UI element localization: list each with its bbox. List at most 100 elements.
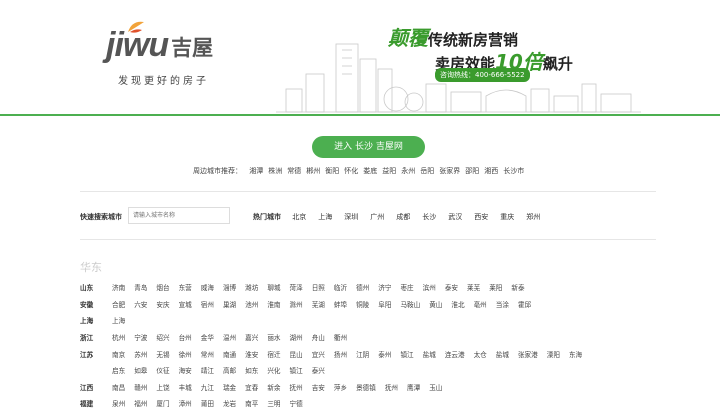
hot-city-link[interactable]: 成都 [396,213,410,221]
city-link[interactable]: 青岛 [134,282,147,292]
city-link[interactable]: 南昌 [112,382,125,392]
hot-city-link[interactable]: 郑州 [526,213,540,221]
city-link[interactable]: 聊城 [267,282,280,292]
city-link[interactable]: 昆山 [290,349,303,359]
city-link[interactable]: 张家港 [518,349,538,359]
city-link[interactable]: 宜春 [245,382,258,392]
city-link[interactable]: 潍坊 [245,282,258,292]
city-link[interactable]: 济南 [112,282,125,292]
hot-city-link[interactable]: 北京 [292,213,306,221]
city-link[interactable]: 霍邱 [518,299,531,309]
city-link[interactable]: 靖江 [201,365,214,375]
city-link[interactable]: 无锡 [156,349,169,359]
nearby-city-link[interactable]: 邵阳 [465,167,479,175]
city-link[interactable]: 日照 [312,282,325,292]
city-search-input[interactable] [128,207,230,224]
hot-city-link[interactable]: 西安 [474,213,488,221]
hot-city-link[interactable]: 广州 [370,213,384,221]
city-link[interactable]: 东海 [569,349,582,359]
city-link[interactable]: 宣城 [179,299,192,309]
city-link[interactable]: 镇江 [290,365,303,375]
city-link[interactable]: 台州 [179,332,192,342]
city-link[interactable]: 烟台 [156,282,169,292]
city-link[interactable]: 淄博 [223,282,236,292]
city-link[interactable]: 仪征 [156,365,169,375]
city-link[interactable]: 盐城 [423,349,436,359]
city-link[interactable]: 漳州 [179,398,192,408]
city-link[interactable]: 海安 [179,365,192,375]
city-link[interactable]: 德州 [356,282,369,292]
city-link[interactable]: 当涂 [496,299,509,309]
city-link[interactable]: 江阴 [356,349,369,359]
city-link[interactable]: 东营 [179,282,192,292]
city-link[interactable]: 蚌埠 [334,299,347,309]
hot-city-link[interactable]: 上海 [318,213,332,221]
nearby-city-link[interactable]: 长沙市 [503,167,524,175]
hot-city-link[interactable]: 深圳 [344,213,358,221]
city-link[interactable]: 泰安 [445,282,458,292]
city-link[interactable]: 莱阳 [489,282,502,292]
city-link[interactable]: 泰州 [378,349,391,359]
city-link[interactable]: 宿迁 [267,349,280,359]
logo[interactable]: jiwu 吉屋 [106,21,213,65]
city-link[interactable]: 泉州 [112,398,125,408]
city-link[interactable]: 新泰 [511,282,524,292]
hot-city-link[interactable]: 重庆 [500,213,514,221]
city-link[interactable]: 高邮 [223,365,236,375]
city-link[interactable]: 龙岩 [223,398,236,408]
city-link[interactable]: 六安 [134,299,147,309]
city-link[interactable]: 连云港 [445,349,465,359]
city-link[interactable]: 镇江 [400,349,413,359]
city-link[interactable]: 黄山 [429,299,442,309]
city-link[interactable]: 安庆 [156,299,169,309]
city-link[interactable]: 徐州 [179,349,192,359]
city-link[interactable]: 苏州 [134,349,147,359]
city-link[interactable]: 瑞金 [223,382,236,392]
nearby-city-link[interactable]: 永州 [401,167,415,175]
city-link[interactable]: 淮安 [245,349,258,359]
city-link[interactable]: 南京 [112,349,125,359]
city-link[interactable]: 亳州 [474,299,487,309]
city-link[interactable]: 上饶 [156,382,169,392]
city-link[interactable]: 丰城 [179,382,192,392]
city-link[interactable]: 舟山 [312,332,325,342]
city-link[interactable]: 丽水 [267,332,280,342]
city-link[interactable]: 临沂 [334,282,347,292]
city-link[interactable]: 池州 [245,299,258,309]
city-link[interactable]: 滁州 [290,299,303,309]
city-link[interactable]: 如东 [245,365,258,375]
nearby-city-link[interactable]: 常德 [287,167,301,175]
nearby-city-link[interactable]: 娄底 [363,167,377,175]
city-link[interactable]: 玉山 [429,382,442,392]
city-link[interactable]: 铜陵 [356,299,369,309]
nearby-city-link[interactable]: 怀化 [344,167,358,175]
city-link[interactable]: 上海 [112,315,125,325]
city-link[interactable]: 兴化 [267,365,280,375]
nearby-city-link[interactable]: 益阳 [382,167,396,175]
city-link[interactable]: 南平 [245,398,258,408]
nearby-city-link[interactable]: 湘潭 [249,167,263,175]
city-link[interactable]: 九江 [201,382,214,392]
city-link[interactable]: 泰兴 [312,365,325,375]
nearby-city-link[interactable]: 衡阳 [325,167,339,175]
city-link[interactable]: 太仓 [474,349,487,359]
city-link[interactable]: 淮北 [451,299,464,309]
city-link[interactable]: 绍兴 [156,332,169,342]
city-link[interactable]: 赣州 [134,382,147,392]
city-link[interactable]: 湖州 [290,332,303,342]
city-link[interactable]: 枣庄 [400,282,413,292]
city-link[interactable]: 吉安 [312,382,325,392]
city-link[interactable]: 阜阳 [378,299,391,309]
city-link[interactable]: 济宁 [378,282,391,292]
city-link[interactable]: 宿州 [201,299,214,309]
city-link[interactable]: 抚州 [385,382,398,392]
nearby-city-link[interactable]: 湘西 [484,167,498,175]
city-link[interactable]: 淮南 [267,299,280,309]
hot-city-link[interactable]: 武汉 [448,213,462,221]
city-link[interactable]: 芜湖 [312,299,325,309]
city-link[interactable]: 盐城 [496,349,509,359]
nearby-city-link[interactable]: 岳阳 [420,167,434,175]
city-link[interactable]: 宜兴 [312,349,325,359]
nearby-city-link[interactable]: 张家界 [439,167,460,175]
city-link[interactable]: 杭州 [112,332,125,342]
